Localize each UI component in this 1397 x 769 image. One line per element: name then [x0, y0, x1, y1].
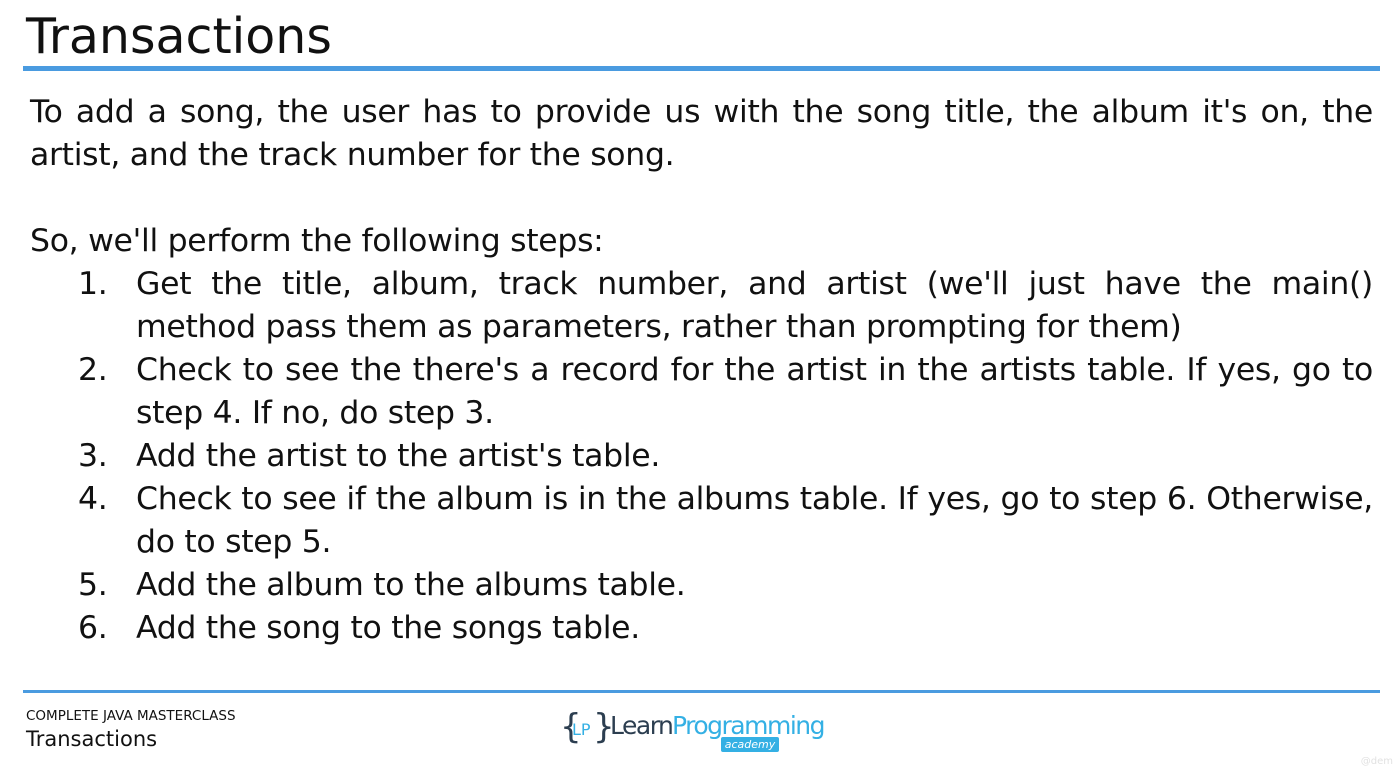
step-text: Check to see the there's a record for th…: [136, 352, 1373, 431]
step-text: Add the song to the songs table.: [136, 610, 640, 646]
step-text: Add the album to the albums table.: [136, 567, 686, 603]
slide-content: To add a song, the user has to provide u…: [30, 91, 1373, 650]
logo-graphic: { LP } Learn Programming academy: [560, 707, 826, 752]
logo-initials: LP: [572, 720, 591, 739]
logo-academy-text: academy: [725, 738, 776, 751]
step-text: Get the title, album, track number, and …: [136, 266, 1373, 345]
step-number: 5.: [78, 567, 108, 603]
watermark: @dem: [1360, 756, 1393, 767]
footer-topic: Transactions: [26, 727, 158, 751]
course-name: COMPLETE JAVA MASTERCLASS: [26, 708, 236, 724]
intro-paragraph: To add a song, the user has to provide u…: [30, 94, 1373, 173]
logo-learn-text: Learn: [610, 711, 672, 740]
step-number: 2.: [78, 352, 108, 388]
step-item-3: 3. Add the artist to the artist's table.: [30, 435, 1373, 478]
title-divider: [23, 66, 1380, 71]
step-item-1: 1. Get the title, album, track number, a…: [30, 263, 1373, 349]
learn-programming-logo: { LP } Learn Programming academy: [560, 703, 826, 759]
step-text: Check to see if the album is in the albu…: [136, 481, 1373, 560]
step-number: 1.: [78, 266, 108, 302]
step-item-2: 2. Check to see the there's a record for…: [30, 349, 1373, 435]
step-item-6: 6. Add the song to the songs table.: [30, 607, 1373, 650]
step-number: 6.: [78, 610, 108, 646]
slide-title: Transactions: [26, 8, 332, 65]
steps-list: 1. Get the title, album, track number, a…: [30, 263, 1373, 650]
step-number: 3.: [78, 438, 108, 474]
logo-programming-text: Programming: [672, 711, 824, 740]
footer-divider: [23, 690, 1380, 693]
step-item-4: 4. Check to see if the album is in the a…: [30, 478, 1373, 564]
step-item-5: 5. Add the album to the albums table.: [30, 564, 1373, 607]
steps-heading: So, we'll perform the following steps:: [30, 223, 604, 259]
step-text: Add the artist to the artist's table.: [136, 438, 661, 474]
step-number: 4.: [78, 481, 108, 517]
